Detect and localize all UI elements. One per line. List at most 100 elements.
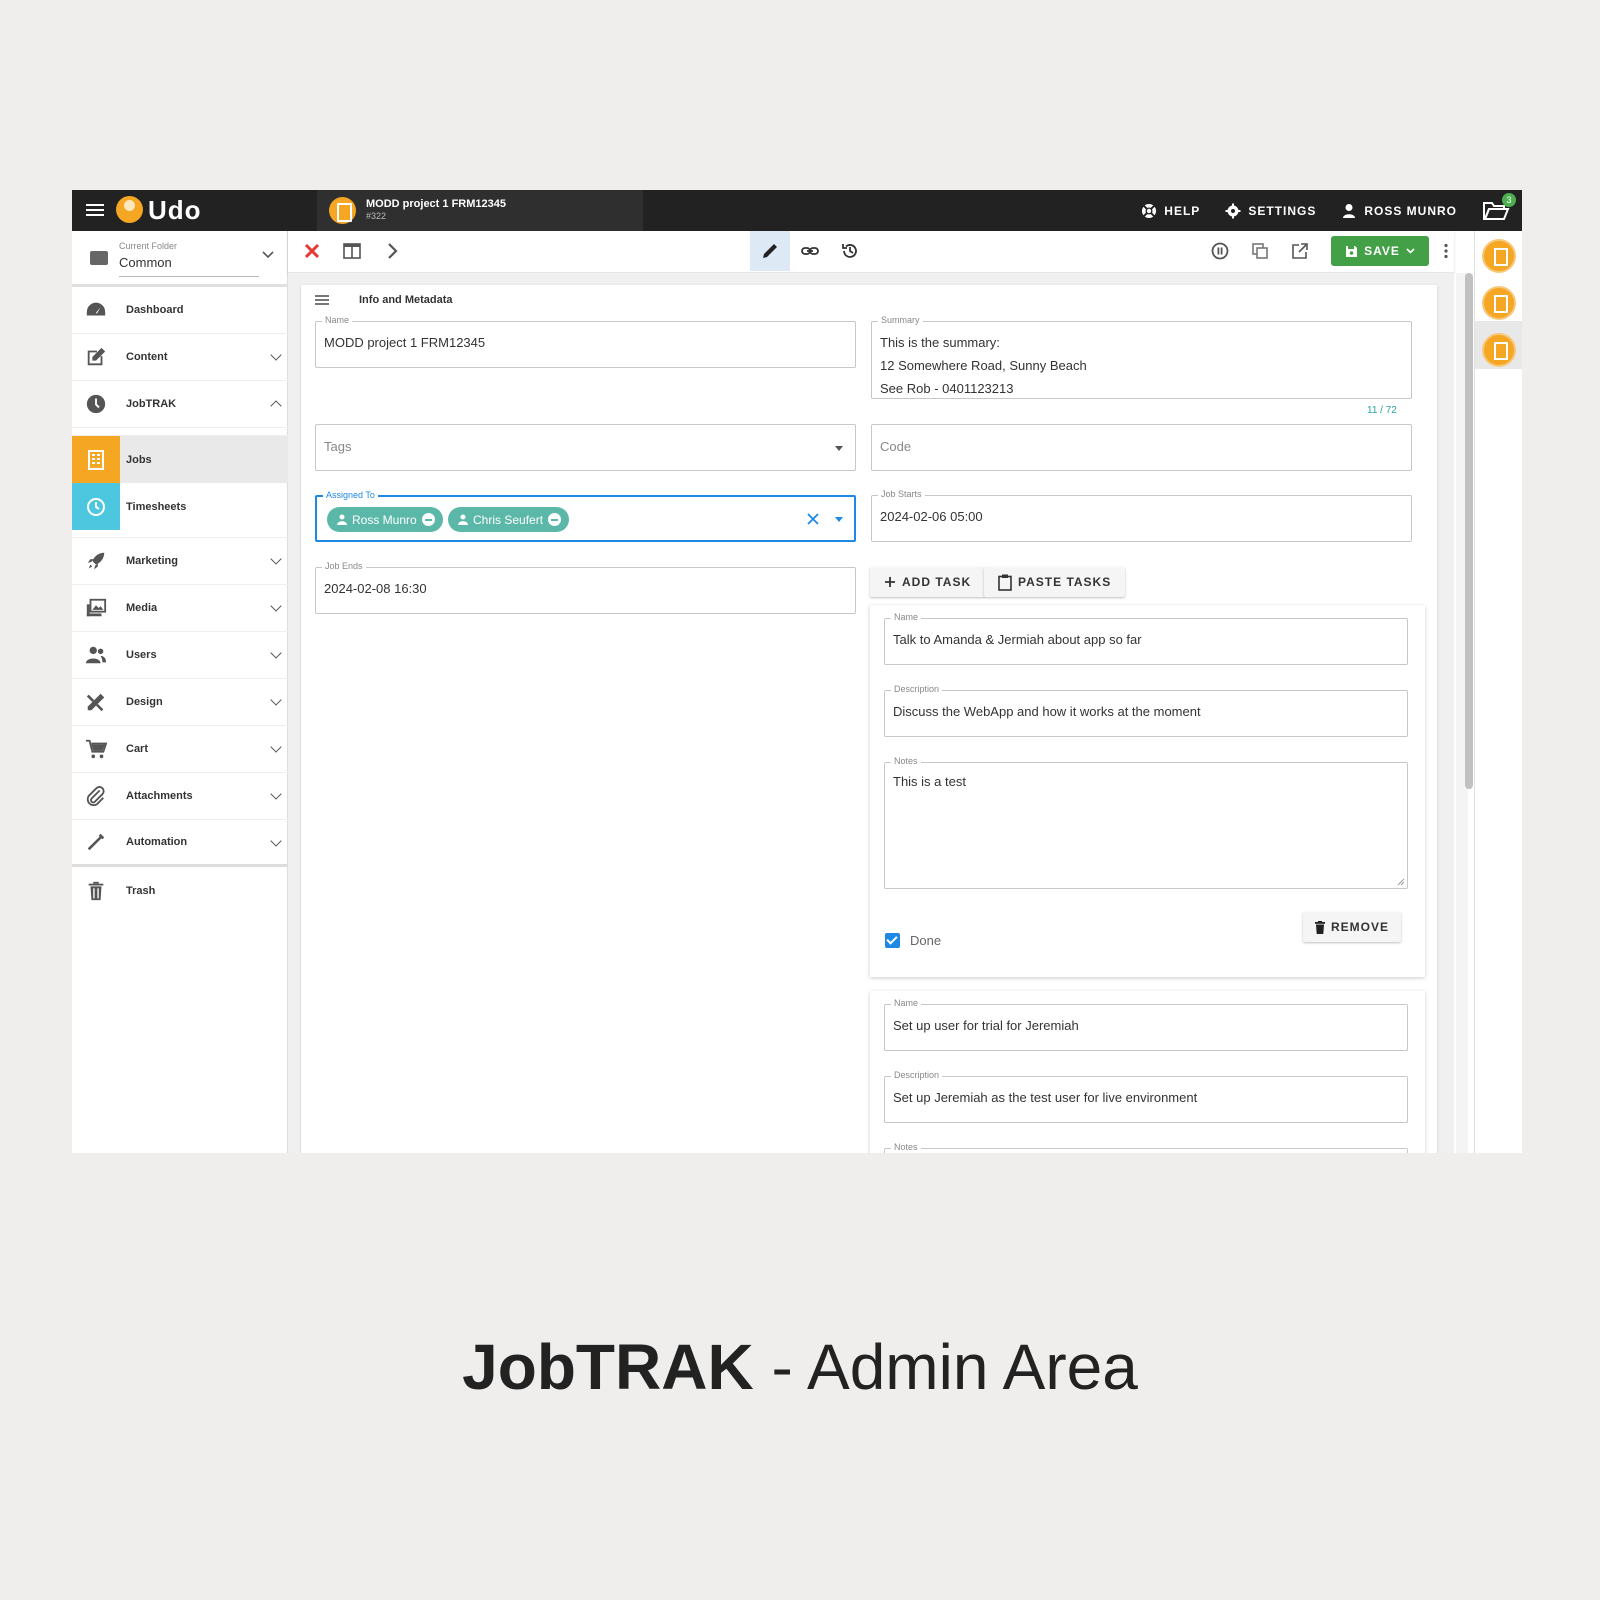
open-document-tab[interactable]: MODD project 1 FRM12345 #322 xyxy=(317,190,643,231)
split-view-button[interactable] xyxy=(332,231,372,271)
open-folders-button[interactable]: 3 xyxy=(1482,192,1516,223)
tags-select[interactable]: Tags xyxy=(315,424,856,471)
pause-button[interactable] xyxy=(1200,231,1240,271)
caption-bold: JobTRAK xyxy=(462,1331,754,1403)
history-button[interactable] xyxy=(830,231,870,271)
resize-handle-icon[interactable] xyxy=(1397,878,1405,886)
sidebar-item-trash[interactable]: Trash xyxy=(72,867,288,914)
done-checkbox[interactable] xyxy=(885,933,900,948)
app-window: Udo MODD project 1 FRM12345 #322 HELP SE… xyxy=(72,190,1522,1153)
task-name-field[interactable]: Name Talk to Amanda & Jermiah about app … xyxy=(884,612,1408,665)
sidebar-item-design[interactable]: Design xyxy=(72,679,288,726)
assigned-to-select[interactable]: Assigned To Ross Munro Chris Seufert xyxy=(315,490,856,542)
task-notes-field[interactable]: Notes This is a test xyxy=(884,756,1408,889)
chevron-down-icon xyxy=(270,600,282,612)
current-folder-select[interactable]: Current Folder Common xyxy=(72,231,288,287)
save-label: SAVE xyxy=(1364,244,1400,258)
user-menu-button[interactable]: ROSS MUNRO xyxy=(1341,203,1457,219)
task-notes-label: Notes xyxy=(891,756,921,766)
task-notes-field[interactable]: Notes xyxy=(884,1142,1408,1153)
edit-mode-button[interactable] xyxy=(750,231,790,271)
sidebar-item-timesheets[interactable]: Timesheets xyxy=(72,483,288,530)
gear-icon xyxy=(1225,203,1241,218)
building-icon[interactable] xyxy=(1482,239,1516,273)
sidebar-item-label: JobTRAK xyxy=(126,398,177,410)
assignee-chip[interactable]: Chris Seufert xyxy=(448,507,570,532)
sidebar-item-label: Marketing xyxy=(126,555,178,567)
sidebar-item-label: Trash xyxy=(126,884,156,897)
copy-icon xyxy=(1252,243,1268,259)
help-button[interactable]: HELP xyxy=(1141,203,1200,219)
remove-task-label: REMOVE xyxy=(1331,920,1390,934)
nav-spacer xyxy=(72,530,288,538)
sidebar-item-cart[interactable]: Cart xyxy=(72,726,288,773)
building-icon[interactable] xyxy=(1482,333,1516,367)
add-task-button[interactable]: ADD TASK xyxy=(870,567,986,597)
scrollbar-thumb[interactable] xyxy=(1465,273,1473,789)
sidebar-item-automation[interactable]: Automation xyxy=(72,820,288,867)
code-field[interactable]: Code xyxy=(871,424,1412,471)
sidebar-item-jobtrak[interactable]: JobTRAK xyxy=(72,381,288,428)
sidebar-item-attachments[interactable]: Attachments xyxy=(72,773,288,820)
job-starts-label: Job Starts xyxy=(878,489,925,499)
job-starts-field[interactable]: Job Starts 2024-02-06 05:00 xyxy=(871,489,1412,542)
user-name: ROSS MUNRO xyxy=(1364,203,1457,218)
remove-chip-icon[interactable] xyxy=(421,513,435,526)
sidebar-item-marketing[interactable]: Marketing xyxy=(72,538,288,585)
task-description-label: Description xyxy=(891,1070,943,1080)
open-external-button[interactable] xyxy=(1280,231,1320,271)
sidebar-item-jobs[interactable]: Jobs xyxy=(72,436,288,483)
chevron-down-icon xyxy=(270,553,282,565)
next-button[interactable] xyxy=(372,231,412,271)
paperclip-icon xyxy=(86,786,105,807)
trash-icon xyxy=(88,881,104,900)
sidebar-item-users[interactable]: Users xyxy=(72,632,288,679)
task-description-label: Description xyxy=(891,684,943,694)
assignee-chip[interactable]: Ross Munro xyxy=(327,507,443,532)
job-icon xyxy=(329,197,356,224)
job-ends-field[interactable]: Job Ends 2024-02-08 16:30 xyxy=(315,561,856,614)
chevron-down-icon xyxy=(270,835,282,847)
sidebar-item-label: Users xyxy=(126,649,157,661)
folder-icon xyxy=(90,251,108,265)
remove-task-button[interactable]: REMOVE xyxy=(1303,912,1402,942)
sidebar-item-label: Media xyxy=(126,602,158,614)
assignee-name: Ross Munro xyxy=(352,512,417,527)
plus-icon xyxy=(885,577,895,587)
split-view-icon xyxy=(343,243,361,259)
save-button[interactable]: SAVE xyxy=(1331,236,1429,266)
sidebar-item-label: Dashboard xyxy=(126,304,184,316)
chevron-down-icon xyxy=(270,647,282,659)
assigned-to-label: Assigned To xyxy=(323,490,378,500)
pencil-icon xyxy=(763,244,777,258)
task-name-label: Name xyxy=(891,612,922,622)
sidebar-item-content[interactable]: Content xyxy=(72,334,288,381)
close-icon xyxy=(304,243,320,259)
task-name-field[interactable]: Name Set up user for trial for Jeremiah xyxy=(884,998,1408,1051)
sidebar-item-label: Automation xyxy=(126,836,188,848)
remove-chip-icon[interactable] xyxy=(548,513,562,526)
close-button[interactable] xyxy=(292,231,332,271)
task-notes-label: Notes xyxy=(891,1142,921,1152)
assignee-name: Chris Seufert xyxy=(473,512,544,527)
settings-button[interactable]: SETTINGS xyxy=(1225,203,1316,219)
chevron-down-icon xyxy=(270,349,282,361)
chevron-down-icon xyxy=(262,251,274,259)
menu-icon[interactable] xyxy=(86,201,104,219)
sidebar-item-media[interactable]: Media xyxy=(72,585,288,632)
task-description-field[interactable]: Description Set up Jeremiah as the test … xyxy=(884,1070,1408,1123)
sidebar-item-dashboard[interactable]: Dashboard xyxy=(72,287,288,334)
sidebar-item-label: Timesheets xyxy=(126,500,187,513)
duplicate-button[interactable] xyxy=(1240,231,1280,271)
name-field[interactable]: Name MODD project 1 FRM12345 xyxy=(315,315,856,368)
more-options-button[interactable] xyxy=(1434,231,1458,271)
clear-icon[interactable] xyxy=(806,512,820,526)
link-button[interactable] xyxy=(790,231,830,271)
chevron-down-icon[interactable] xyxy=(1406,248,1415,254)
task-description-field[interactable]: Description Discuss the WebApp and how i… xyxy=(884,684,1408,737)
summary-field[interactable]: Summary This is the summary: 12 Somewher… xyxy=(871,315,1412,399)
task-name-value: Set up user for trial for Jeremiah xyxy=(893,1018,1079,1033)
building-icon[interactable] xyxy=(1482,286,1516,320)
paste-tasks-button[interactable]: PASTE TASKS xyxy=(984,567,1126,597)
images-icon xyxy=(86,598,107,617)
